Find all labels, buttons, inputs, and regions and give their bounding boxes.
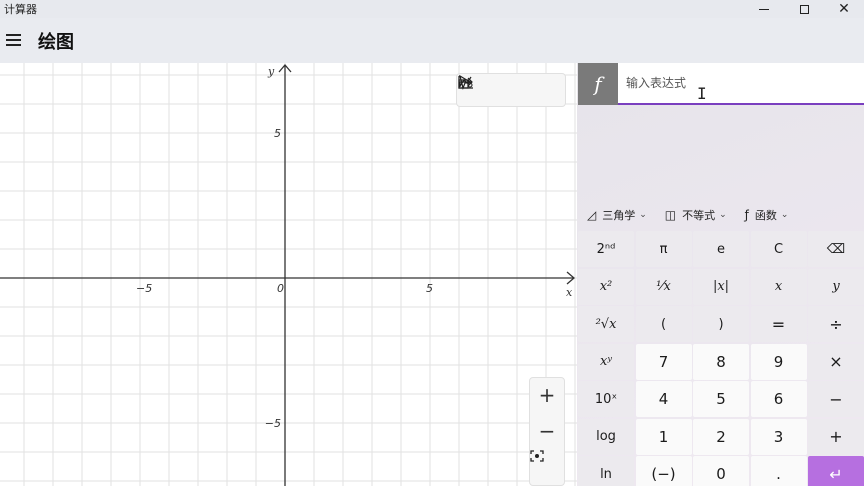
app-title: 计算器 <box>4 3 37 16</box>
title-bar: 计算器 ✕ <box>0 0 864 18</box>
chevron-down-icon: ⌄ <box>639 210 647 220</box>
clear-key[interactable]: C <box>750 231 807 267</box>
y-tick-label: 5 <box>274 127 281 140</box>
digit-6-key[interactable]: 6 <box>750 381 807 417</box>
maximize-icon <box>799 4 809 14</box>
trigonometry-dropdown[interactable]: ◿ 三角学 ⌄ <box>587 207 647 223</box>
decimal-key[interactable]: . <box>750 456 807 486</box>
x-axis-label: x <box>566 286 573 299</box>
function-color-icon[interactable]: f <box>578 63 618 105</box>
digit-0-key[interactable]: 0 <box>693 456 749 486</box>
maximize-button[interactable] <box>782 0 826 18</box>
digit-1-key[interactable]: 1 <box>635 418 692 455</box>
pi-key[interactable]: π <box>635 231 692 267</box>
close-button[interactable]: ✕ <box>822 0 864 18</box>
x-tick-label: 0 <box>277 282 284 295</box>
y-tick-label: −5 <box>265 417 281 430</box>
enter-key[interactable]: ↵ <box>808 456 864 486</box>
close-icon: ✕ <box>838 1 850 17</box>
x-tick-label: 5 <box>426 282 433 295</box>
reciprocal-key[interactable]: ¹⁄x <box>635 268 692 305</box>
minimize-icon <box>759 8 769 10</box>
power-key[interactable]: xʸ <box>578 343 634 380</box>
euler-key[interactable]: e <box>693 231 749 267</box>
graph-toolbar <box>456 73 566 107</box>
share-button[interactable] <box>458 77 525 103</box>
app-header: 绘图 <box>0 18 864 63</box>
y-variable-key[interactable]: y <box>808 268 864 305</box>
zoom-out-button[interactable]: − <box>530 414 564 448</box>
page-title: 绘图 <box>38 32 74 53</box>
minus-key[interactable]: − <box>808 381 864 417</box>
function-menu-bar: ◿ 三角学 ⌄ ◫ 不等式 ⌄ ƒ 函数 ⌄ <box>577 202 864 228</box>
digit-5-key[interactable]: 5 <box>693 381 749 417</box>
expression-input[interactable] <box>618 63 864 105</box>
digit-7-key[interactable]: 7 <box>635 343 692 380</box>
inequality-icon: ◫ <box>664 208 677 222</box>
graph-settings-button[interactable] <box>458 76 558 103</box>
absolute-value-key[interactable]: |x| <box>693 268 749 305</box>
ln-key[interactable]: ln <box>578 456 634 486</box>
close-paren-key[interactable]: ) <box>693 306 749 342</box>
graph-canvas[interactable]: −5 0 5 5 −5 x y + − <box>0 63 577 486</box>
digit-3-key[interactable]: 3 <box>750 418 807 455</box>
triangle-icon: ◿ <box>587 208 597 222</box>
x-variable-key[interactable]: x <box>750 268 807 305</box>
square-key[interactable]: x² <box>578 268 634 305</box>
fit-view-button[interactable] <box>530 450 564 484</box>
backspace-key[interactable]: ⌫ <box>808 231 864 267</box>
multiply-key[interactable]: × <box>808 343 864 380</box>
y-axis-label: y <box>267 65 275 78</box>
function-dropdown[interactable]: ƒ 函数 ⌄ <box>745 207 789 223</box>
chevron-down-icon: ⌄ <box>780 210 789 220</box>
divide-key[interactable]: ÷ <box>808 306 864 342</box>
function-label: 函数 <box>754 209 777 222</box>
zoom-in-button[interactable]: + <box>530 378 564 412</box>
square-root-key[interactable]: ²√x <box>578 306 634 342</box>
trigonometry-label: 三角学 <box>602 209 636 222</box>
digit-2-key[interactable]: 2 <box>693 418 749 455</box>
open-paren-key[interactable]: ( <box>635 306 692 342</box>
x-tick-label: −5 <box>136 282 152 295</box>
log-key[interactable]: log <box>578 418 634 455</box>
negate-key[interactable]: (−) <box>635 456 692 486</box>
digit-9-key[interactable]: 9 <box>750 343 807 380</box>
ten-power-key[interactable]: 10ˣ <box>578 381 634 417</box>
minimize-button[interactable] <box>742 0 786 18</box>
second-function-key[interactable]: 2ⁿᵈ <box>578 231 634 267</box>
inequality-dropdown[interactable]: ◫ 不等式 ⌄ <box>665 207 727 223</box>
graph-svg: −5 0 5 5 −5 x y <box>0 63 577 486</box>
plus-key[interactable]: + <box>808 418 864 455</box>
zoom-controls: + − <box>529 377 565 486</box>
graph-settings-icon <box>458 76 473 89</box>
inequality-label: 不等式 <box>682 209 716 222</box>
text-cursor-icon: I <box>697 84 707 103</box>
function-icon: ƒ <box>744 208 749 222</box>
digit-8-key[interactable]: 8 <box>693 343 749 380</box>
keypad: 2ⁿᵈ π e C ⌫ x² ¹⁄x |x| x y ²√x ( ) = ÷ x… <box>578 231 864 486</box>
digit-4-key[interactable]: 4 <box>635 381 692 417</box>
fit-view-icon <box>530 450 544 462</box>
hamburger-icon[interactable] <box>6 34 21 46</box>
equals-sign-key[interactable]: = <box>750 306 807 342</box>
chevron-down-icon: ⌄ <box>719 210 727 220</box>
